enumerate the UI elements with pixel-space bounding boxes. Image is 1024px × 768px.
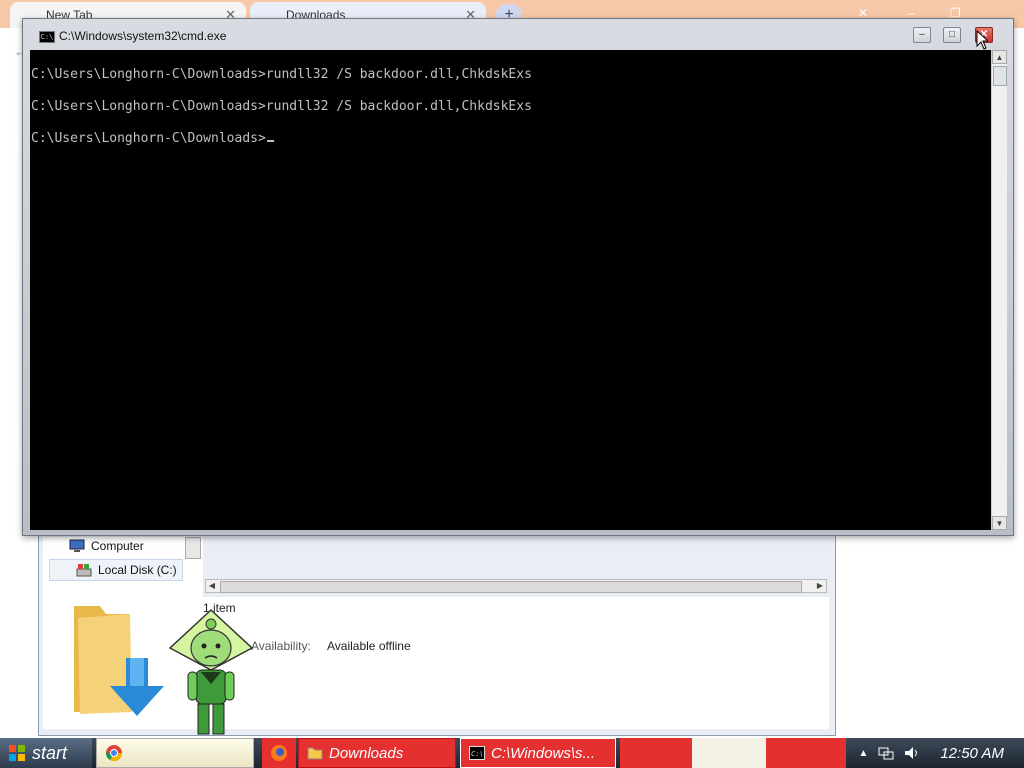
nav-item-computer[interactable]: Computer — [69, 539, 144, 553]
cmd-window-icon: C:\ — [39, 31, 55, 43]
downloads-folder-icon — [74, 606, 164, 716]
navigation-pane: Computer Local Disk (C:) — [43, 537, 203, 597]
mascot-character-image — [168, 608, 254, 735]
taskbar-wallpaper-strip — [692, 738, 766, 768]
scrollbar-thumb[interactable] — [993, 66, 1007, 86]
taskbar-button-label: C:\Windows\s... — [491, 744, 596, 762]
svg-text:C:\: C:\ — [471, 750, 484, 758]
scrollbar-thumb[interactable] — [220, 581, 802, 593]
availability-value: Available offline — [327, 639, 411, 653]
local-disk-icon — [76, 564, 92, 577]
start-label: start — [32, 742, 68, 763]
console-vertical-scrollbar[interactable]: ▲ ▼ — [991, 50, 1007, 530]
cmd-icon: C:\ — [469, 746, 485, 760]
taskbar-wallpaper-strip — [620, 738, 692, 768]
windows-logo-icon — [9, 745, 25, 761]
network-icon[interactable] — [878, 746, 894, 760]
console-line: C:\Users\Longhorn-C\Downloads>rundll32 /… — [31, 99, 532, 114]
availability-label: Availability: — [251, 639, 311, 653]
console-output[interactable]: C:\Users\Longhorn-C\Downloads>rundll32 /… — [30, 50, 991, 530]
console-line: C:\Users\Longhorn-C\Downloads>rundll32 /… — [31, 67, 532, 82]
maximize-button[interactable]: □ — [943, 27, 961, 43]
scroll-right-icon[interactable]: ▶ — [814, 580, 826, 592]
cmd-window[interactable]: C:\ C:\Windows\system32\cmd.exe – □ ✕ C:… — [22, 18, 1014, 536]
taskbar-button-chrome[interactable] — [96, 738, 254, 768]
show-hidden-icons-icon[interactable]: ▲ — [858, 748, 868, 759]
chrome-icon — [105, 745, 123, 762]
scroll-up-icon[interactable]: ▲ — [992, 50, 1007, 64]
horizontal-scrollbar[interactable]: ◀ ▶ — [205, 579, 827, 593]
system-tray: ▲ 12:50 AM — [858, 738, 1024, 768]
taskbar: start Downloads C:\ C:\Windows\s... ▲ 12… — [0, 738, 1024, 768]
taskbar-button-firefox[interactable] — [262, 738, 296, 768]
taskbar-button-downloads[interactable]: Downloads — [298, 738, 456, 768]
text-cursor — [266, 140, 274, 142]
start-button[interactable]: start — [0, 738, 92, 768]
computer-icon — [69, 539, 85, 552]
folder-icon — [307, 747, 323, 760]
taskbar-button-label: Downloads — [329, 744, 404, 762]
firefox-icon — [271, 745, 287, 761]
minimize-button[interactable]: – — [913, 27, 931, 43]
console-prompt: C:\Users\Longhorn-C\Downloads> — [31, 131, 266, 146]
console-prompt-line: C:\Users\Longhorn-C\Downloads> — [30, 131, 991, 163]
taskbar-wallpaper-strip — [766, 738, 846, 768]
nav-item-local-disk[interactable]: Local Disk (C:) — [49, 559, 183, 581]
scroll-left-icon[interactable]: ◀ — [206, 580, 218, 592]
volume-icon[interactable] — [904, 746, 920, 760]
nav-scrollbar[interactable] — [185, 537, 201, 559]
clock[interactable]: 12:50 AM — [940, 745, 1004, 762]
mouse-pointer-icon — [976, 30, 988, 50]
nav-item-label: Local Disk (C:) — [98, 563, 177, 577]
nav-item-label: Computer — [91, 539, 144, 553]
taskbar-button-cmd[interactable]: C:\ C:\Windows\s... — [460, 738, 616, 768]
cmd-window-title: C:\Windows\system32\cmd.exe — [59, 29, 227, 43]
cmd-titlebar[interactable]: C:\ C:\Windows\system32\cmd.exe – □ ✕ — [23, 19, 1013, 49]
scroll-down-icon[interactable]: ▼ — [992, 516, 1007, 530]
